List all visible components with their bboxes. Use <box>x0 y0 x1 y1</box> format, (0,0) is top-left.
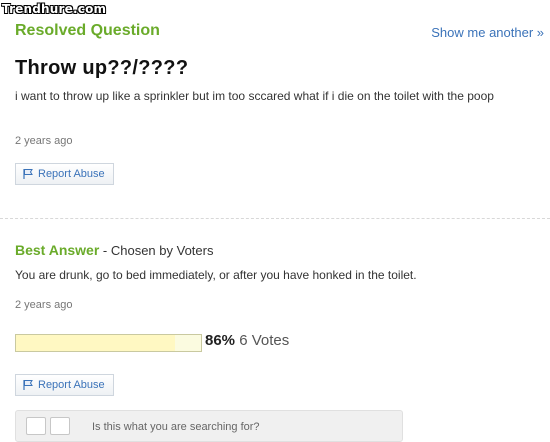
flag-icon <box>23 169 33 179</box>
resolved-label: Resolved Question <box>15 22 160 39</box>
vote-count: 6 Votes <box>239 332 290 349</box>
answer-age: 2 years ago <box>15 299 73 311</box>
report-abuse-label: Report Abuse <box>38 379 105 391</box>
search-prompt: Is this what you are searching for? <box>92 421 260 433</box>
flag-icon <box>23 380 33 390</box>
report-abuse-button[interactable]: Report Abuse <box>15 163 114 185</box>
vote-summary: 86% 6 Votes <box>205 332 289 349</box>
question-age: 2 years ago <box>15 135 73 147</box>
best-answer-label: Best Answer <box>15 242 100 258</box>
vote-progress-bar <box>15 334 202 352</box>
answer-report-abuse-button[interactable]: Report Abuse <box>15 374 114 396</box>
thumbs-up-icon[interactable] <box>26 417 46 435</box>
watermark: Trendhure.com <box>2 2 107 16</box>
vote-percent: 86% <box>205 332 236 349</box>
answer-body: You are drunk, go to bed immediately, or… <box>15 268 417 282</box>
rating-box: Is this what you are searching for? <box>15 410 403 442</box>
thumbs-down-icon[interactable] <box>50 417 70 435</box>
question-title: Throw up??/???? <box>15 57 189 79</box>
vote-progress-fill <box>16 335 176 351</box>
show-another-link[interactable]: Show me another » <box>431 25 544 40</box>
report-abuse-label: Report Abuse <box>38 168 105 180</box>
chosen-by-label: - Chosen by Voters <box>99 243 214 258</box>
question-header: Resolved Question Show me another » <box>15 22 544 44</box>
answer-header: Best Answer - Chosen by Voters <box>15 242 213 258</box>
question-body: i want to throw up like a sprinkler but … <box>15 89 494 103</box>
section-divider <box>0 218 550 220</box>
